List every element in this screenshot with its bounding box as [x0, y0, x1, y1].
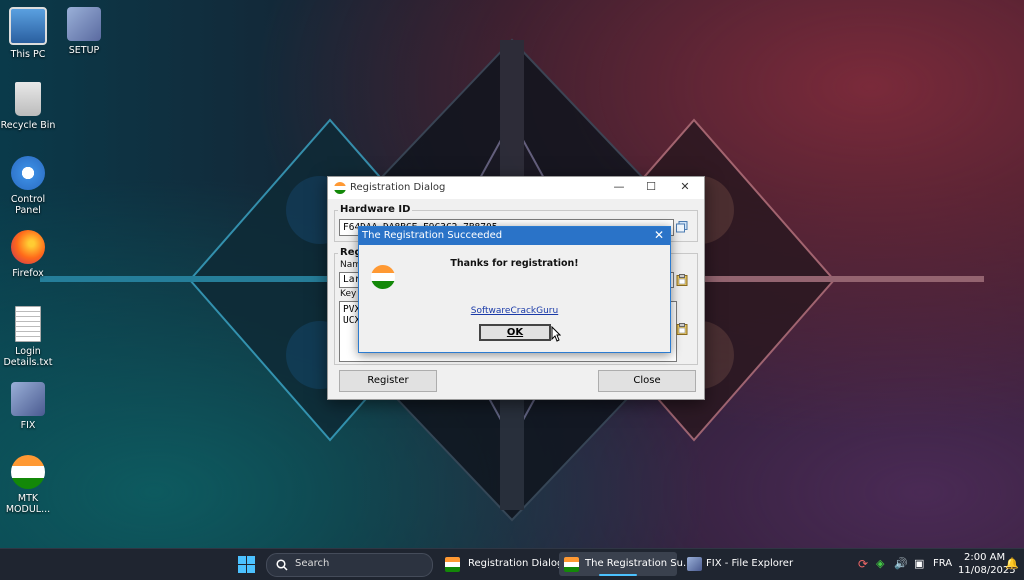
desktop-icon-label: Control Panel — [10, 194, 46, 216]
paste-icon[interactable] — [676, 323, 688, 335]
gear-icon — [11, 156, 45, 190]
search-icon — [276, 559, 288, 571]
dialog-titlebar: Registration Dialog — ☐ ✕ — [328, 177, 704, 199]
monitor-icon — [9, 7, 47, 45]
notification-bell-icon[interactable]: 🔔 — [1005, 557, 1019, 570]
desktop-icon-fix[interactable]: FIX — [0, 382, 58, 431]
paste-icon[interactable] — [676, 274, 688, 286]
taskbar-item-label: Registration Dialog — [468, 558, 564, 569]
hardware-id-label: Hardware ID — [338, 204, 413, 215]
india-flag-icon — [11, 455, 45, 489]
message-box-titlebar: The Registration Succeeded ✕ — [359, 227, 670, 245]
dialog-title: Registration Dialog — [350, 182, 446, 193]
register-button[interactable]: Register — [339, 370, 437, 392]
close-message-box-button[interactable]: ✕ — [654, 228, 664, 242]
windows-start-icon[interactable] — [238, 556, 255, 573]
maximize-button[interactable]: ☐ — [636, 179, 666, 195]
taskbar-item-label: The Registration Su... — [585, 558, 693, 569]
language-indicator[interactable]: FRA — [933, 558, 952, 569]
taskbar-item-registration-succeeded[interactable]: The Registration Su... — [559, 552, 692, 576]
folder-icon — [67, 7, 101, 41]
software-link[interactable]: SoftwareCrackGuru — [359, 306, 670, 316]
vpn-icon[interactable]: ◈ — [876, 557, 884, 570]
system-tray: ⟳ ◈ 🔊 ▣ FRA 2:00 AM 11/08/2025 🔔 — [852, 549, 1024, 580]
desktop-icon-control-panel[interactable]: Control Panel — [0, 156, 58, 216]
text-file-icon — [15, 306, 41, 342]
desktop-icon-label: Firefox — [12, 268, 44, 279]
mouse-cursor-icon — [551, 326, 561, 342]
active-indicator — [599, 574, 637, 576]
recycle-bin-icon — [15, 82, 41, 116]
minimize-button[interactable]: — — [604, 179, 634, 195]
desktop-icon-setup[interactable]: SETUP — [54, 7, 114, 56]
network-icon[interactable]: ▣ — [914, 557, 924, 570]
refresh-icon[interactable]: ⟳ — [858, 557, 868, 571]
taskbar-item-label: FIX - File Explorer — [706, 558, 794, 569]
desktop-icon-label: Login Details.txt — [3, 346, 53, 368]
close-window-button[interactable]: ✕ — [670, 179, 700, 195]
ok-button[interactable]: OK — [479, 324, 551, 341]
india-flag-icon — [334, 182, 346, 194]
desktop-icon-recycle-bin[interactable]: Recycle Bin — [0, 82, 58, 131]
india-flag-icon — [564, 557, 579, 572]
registration-success-message-box: The Registration Succeeded ✕ Thanks for … — [358, 226, 671, 353]
desktop-icon-login-details[interactable]: Login Details.txt — [0, 306, 58, 368]
folder-icon — [687, 557, 702, 571]
message-text: Thanks for registration! — [450, 258, 579, 269]
desktop-icon-this-pc[interactable]: This PC — [0, 7, 58, 60]
desktop-icon-label: Recycle Bin — [0, 120, 56, 131]
copy-icon[interactable] — [676, 221, 688, 233]
desktop-icon-label: This PC — [10, 49, 46, 60]
taskbar-item-file-explorer[interactable]: FIX - File Explorer — [682, 552, 794, 576]
key-label: Key — [340, 289, 357, 299]
volume-icon[interactable]: 🔊 — [894, 557, 908, 570]
search-placeholder: Search — [295, 558, 330, 569]
close-button[interactable]: Close — [598, 370, 696, 392]
clock-time[interactable]: 2:00 AM — [964, 552, 1005, 563]
desktop-icon-mtk-module[interactable]: MTK MODUL... — [0, 455, 58, 515]
folder-icon — [11, 382, 45, 416]
taskbar-item-registration-dialog[interactable]: Registration Dialog — [440, 552, 563, 576]
desktop-icon-label: MTK MODUL... — [5, 493, 51, 515]
taskbar: Search Registration Dialog The Registrat… — [0, 548, 1024, 580]
firefox-icon — [11, 230, 45, 264]
desktop-icon-firefox[interactable]: Firefox — [0, 230, 58, 279]
india-flag-icon — [445, 557, 460, 572]
taskbar-search-box[interactable]: Search — [266, 553, 433, 577]
desktop-icon-label: FIX — [20, 420, 36, 431]
message-box-title: The Registration Succeeded — [362, 230, 503, 241]
desktop-icon-label: SETUP — [68, 45, 100, 56]
